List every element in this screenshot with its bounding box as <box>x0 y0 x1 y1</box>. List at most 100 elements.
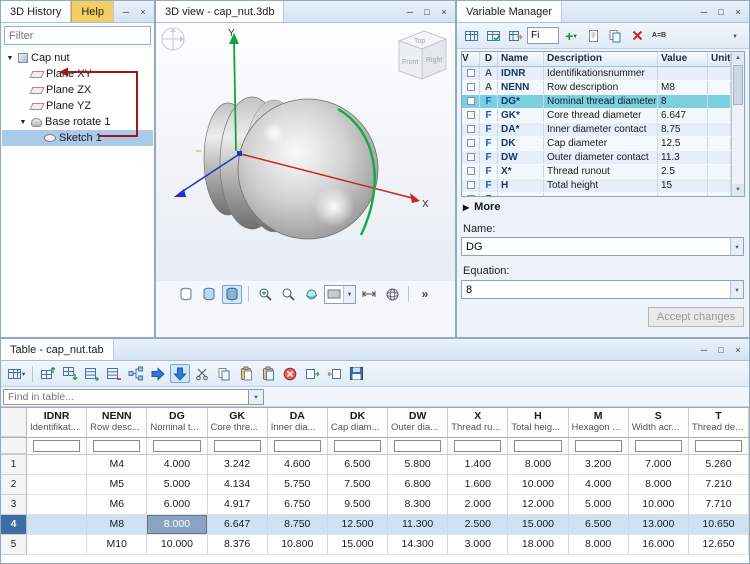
table-cell[interactable]: 3.200 <box>569 455 629 475</box>
variable-row[interactable]: FDWOuter diameter contact11.3 <box>462 151 731 165</box>
mesh-icon[interactable] <box>382 285 402 304</box>
table-cell[interactable]: 8.750 <box>268 515 328 535</box>
new-table-button[interactable]: ▾ <box>5 364 27 383</box>
table-cell[interactable]: 6.500 <box>328 455 388 475</box>
expander-icon[interactable]: ▼ <box>18 119 28 126</box>
table-cell[interactable]: 10.650 <box>689 515 749 535</box>
table-cell[interactable]: 4.600 <box>268 455 328 475</box>
filter-input-idnr[interactable] <box>33 440 80 452</box>
view-cube[interactable]: Top Front Right <box>399 31 446 79</box>
variable-value-cell[interactable]: 15 <box>658 179 708 192</box>
bt-column-header-gk[interactable]: GKCore thre... <box>208 408 268 437</box>
table-cell[interactable]: 3.000 <box>448 535 508 555</box>
equation-input[interactable] <box>462 281 730 298</box>
shaded-edges-icon[interactable] <box>199 285 219 304</box>
table-row[interactable]: 5M1010.0008.37610.80015.00014.3003.00018… <box>1 535 749 555</box>
filter-input-da[interactable] <box>274 440 321 452</box>
vm-column-header[interactable]: Name <box>498 52 544 66</box>
checkbox-icon[interactable] <box>467 97 475 105</box>
variable-value-cell[interactable]: 8.75 <box>658 123 708 136</box>
table-cell[interactable]: 4.134 <box>208 475 268 495</box>
copy-variable-icon[interactable] <box>605 26 625 45</box>
filter-input-m[interactable] <box>575 440 622 452</box>
row-number[interactable]: 4 <box>1 515 27 535</box>
bt-column-header-s[interactable]: SWidth acr... <box>629 408 689 437</box>
table-cell[interactable]: 6.647 <box>208 515 268 535</box>
table-cell[interactable]: 8.300 <box>388 495 448 515</box>
name-input[interactable] <box>462 238 730 255</box>
variable-row[interactable]: F <box>462 193 731 197</box>
table-cell[interactable]: 14.300 <box>388 535 448 555</box>
checkbox-icon[interactable] <box>467 167 475 175</box>
more-expander[interactable]: ▶ More <box>463 201 500 213</box>
scroll-thumb[interactable] <box>733 65 743 105</box>
table-cell[interactable]: 5.260 <box>689 455 749 475</box>
solid-view-icon[interactable] <box>222 285 242 304</box>
tab-help[interactable]: Help <box>71 1 114 22</box>
3d-viewport[interactable]: Y X Top Front Right <box>156 23 455 281</box>
table-cell[interactable]: 12.000 <box>508 495 568 515</box>
table-cell[interactable]: 12.650 <box>689 535 749 555</box>
table-cell[interactable]: 5.800 <box>388 455 448 475</box>
orbit-icon[interactable] <box>301 285 321 304</box>
bt-column-header-dk[interactable]: DKCap diam... <box>328 408 388 437</box>
close-button[interactable]: × <box>437 5 451 19</box>
new-variable-icon[interactable] <box>583 26 603 45</box>
table-cell[interactable]: 4.000 <box>569 475 629 495</box>
variable-value-cell[interactable]: 6.647 <box>658 109 708 122</box>
zoom-fit-icon[interactable] <box>278 285 298 304</box>
filter-input-nenn[interactable] <box>93 440 140 452</box>
table-cell[interactable]: 10.000 <box>147 535 207 555</box>
filter-input-dk[interactable] <box>334 440 381 452</box>
checkbox-icon[interactable] <box>467 195 475 197</box>
table-cell[interactable]: M8 <box>87 515 147 535</box>
variable-row[interactable]: FGK*Core thread diameter6.647 <box>462 109 731 123</box>
toolbar-overflow-icon[interactable]: ▾ <box>725 26 745 45</box>
table-structure-icon[interactable] <box>126 364 146 383</box>
bt-column-header-dg[interactable]: DGNominal t... <box>147 408 207 437</box>
checkbox-icon[interactable] <box>467 111 475 119</box>
variable-value-cell[interactable]: 12.5 <box>658 137 708 150</box>
table-cell[interactable]: 2.500 <box>448 515 508 535</box>
filter-input-s[interactable] <box>635 440 682 452</box>
table-cell[interactable] <box>27 475 87 495</box>
filter-input-dg[interactable] <box>153 440 200 452</box>
vm-column-header[interactable]: V <box>462 52 480 66</box>
table-cell[interactable]: 1.600 <box>448 475 508 495</box>
transfer-row-right-icon[interactable] <box>148 364 168 383</box>
variable-row[interactable]: FDKCap diameter12.5 <box>462 137 731 151</box>
variable-filter-input[interactable] <box>527 27 559 44</box>
filter-input-t[interactable] <box>695 440 742 452</box>
minimize-button[interactable]: ─ <box>697 5 711 19</box>
tab-table[interactable]: Table - cap_nut.tab <box>1 339 114 360</box>
add-variable-button[interactable]: +▾ <box>561 26 581 45</box>
table-cell[interactable]: 3.242 <box>208 455 268 475</box>
tree-item-plane-xy[interactable]: Plane XY <box>2 66 153 82</box>
minimize-button[interactable]: ─ <box>119 5 133 19</box>
bt-column-header-m[interactable]: MHexagon ... <box>569 408 629 437</box>
table-cell[interactable]: M4 <box>87 455 147 475</box>
table-cell[interactable]: 10.000 <box>508 475 568 495</box>
table-row[interactable]: 1M44.0003.2424.6006.5005.8001.4008.0003.… <box>1 455 749 475</box>
bt-column-header-idnr[interactable]: IDNRIdentifikat... <box>27 408 87 437</box>
toolbar-overflow-icon[interactable]: » <box>415 285 435 304</box>
table-cell[interactable]: 7.710 <box>689 495 749 515</box>
row-number[interactable]: 2 <box>1 475 27 495</box>
table-cell[interactable]: 2.000 <box>448 495 508 515</box>
insert-row-above-icon[interactable] <box>38 364 58 383</box>
table-cell[interactable]: 4.000 <box>147 455 207 475</box>
accept-changes-button[interactable]: Accept changes <box>648 307 744 327</box>
transfer-row-to-model-icon[interactable] <box>170 364 190 383</box>
table-cell[interactable]: 6.800 <box>388 475 448 495</box>
append-row-icon[interactable] <box>82 364 102 383</box>
shading-mode-icon[interactable] <box>176 285 196 304</box>
save-icon[interactable] <box>346 364 366 383</box>
variable-row[interactable]: AIDNRIdentifikationsnummer <box>462 67 731 81</box>
restore-button[interactable]: □ <box>714 5 728 19</box>
variable-value-cell[interactable]: 11.3 <box>658 151 708 164</box>
delete-row-icon[interactable] <box>104 364 124 383</box>
import-icon[interactable] <box>324 364 344 383</box>
table-cell[interactable] <box>27 535 87 555</box>
close-button[interactable]: × <box>136 5 150 19</box>
bt-column-header-x[interactable]: XThread ru... <box>448 408 508 437</box>
